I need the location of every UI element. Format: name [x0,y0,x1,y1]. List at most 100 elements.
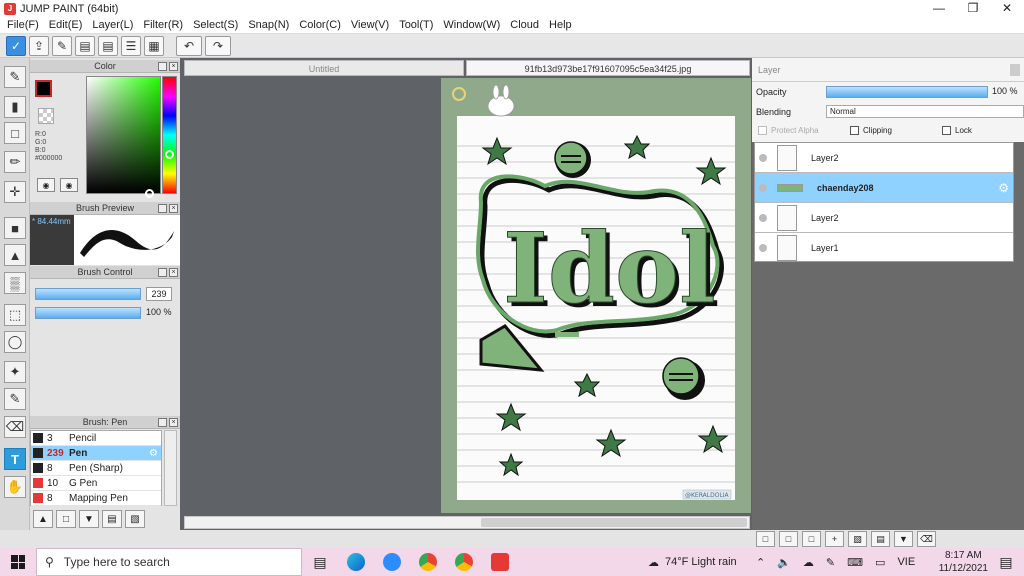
visibility-icon[interactable] [759,213,767,222]
panel-float-icon[interactable] [158,268,167,277]
checklist-icon[interactable]: ☰ [121,35,141,56]
pen-tool-icon[interactable]: ✎ [4,66,26,88]
delete-layer-icon[interactable]: ⌫ [917,531,936,547]
brush-folder-icon[interactable]: ▧ [125,510,145,528]
menu-layer[interactable]: Layer(L) [87,19,138,31]
chrome-profile-icon[interactable] [446,548,482,576]
brush-item-mapping-pen[interactable]: 8 Mapping Pen [31,491,161,506]
panel-float-icon[interactable] [158,62,167,71]
rectangle-select-icon[interactable]: □ [4,122,26,144]
brush-size-slider[interactable] [35,288,141,300]
blending-select[interactable]: Normal [826,105,1024,118]
menu-view[interactable]: View(V) [346,19,394,31]
new-folder-icon[interactable]: ▧ [848,531,867,547]
text-tool-icon[interactable]: T [4,448,26,470]
select-rect-icon[interactable]: ⬚ [4,304,26,326]
redo-icon[interactable]: ↷ [205,35,231,56]
visibility-icon[interactable] [759,183,767,192]
document-icon[interactable]: ▤ [98,35,118,56]
panel-close-icon[interactable]: × [169,268,178,277]
share-icon[interactable]: ⇪ [29,35,49,56]
eraser-tool-icon[interactable]: ▮ [4,96,26,118]
task-view-icon[interactable]: ▤ [302,548,338,576]
chevron-up-icon[interactable]: ⌃ [756,556,765,569]
language-indicator[interactable]: VIE [897,556,915,568]
clock[interactable]: 8:17 AM 11/12/2021 [939,549,988,575]
pen-icon[interactable]: ✎ [826,556,835,569]
panel-close-icon[interactable]: × [169,204,178,213]
gear-icon[interactable]: ⚙ [149,448,158,459]
new-layer-8bit-icon[interactable]: □ [779,531,798,547]
maximize-button[interactable]: ❐ [956,0,990,17]
new-layer-icon[interactable]: □ [756,531,775,547]
sv-picker-knob[interactable] [145,189,154,198]
layer-row[interactable]: Layer2 [755,143,1013,173]
panel-close-icon[interactable]: × [169,418,178,427]
foreground-color-swatch[interactable] [35,80,52,97]
copy-layer-icon[interactable]: ▤ [871,531,890,547]
speaker-icon[interactable]: 🔈 [777,556,791,569]
brush-size-value[interactable]: 239 [146,287,172,301]
layer-opacity-slider[interactable] [826,86,988,98]
magic-wand-icon[interactable]: ✦ [4,361,26,383]
hue-slider[interactable] [162,76,177,194]
visibility-icon[interactable] [759,153,767,162]
fill-rect-icon[interactable]: ■ [4,217,26,239]
color-history-icon[interactable]: ◉ [60,178,78,192]
menu-snap[interactable]: Snap(N) [243,19,294,31]
brush-upload-icon[interactable]: ▲ [33,510,53,528]
move-tool-icon[interactable]: ✛ [4,181,26,203]
tab-untitled[interactable]: Untitled [184,60,464,76]
new-layer-1bit-icon[interactable]: □ [802,531,821,547]
panel-close-icon[interactable] [1010,64,1020,76]
brush-list-scrollbar[interactable] [164,430,177,506]
menu-cloud[interactable]: Cloud [505,19,544,31]
menu-file[interactable]: File(F) [2,19,44,31]
edge-icon[interactable] [338,548,374,576]
menu-edit[interactable]: Edit(E) [44,19,88,31]
protect-alpha-checkbox[interactable]: Protect Alpha [758,126,819,135]
menu-help[interactable]: Help [544,19,577,31]
hand-tool-icon[interactable]: ✋ [4,476,26,498]
layer-row[interactable]: Layer1 [755,233,1013,263]
brush-item-pen[interactable]: 239 Pen ⚙ [31,446,161,461]
scrollbar-thumb[interactable] [481,518,747,527]
message-icon[interactable]: ▤ [75,35,95,56]
brush-menu-icon[interactable]: ▼ [79,510,99,528]
select-eraser-icon[interactable]: ⌫ [4,416,26,438]
new-brush-icon[interactable]: □ [56,510,76,528]
panel-float-icon[interactable] [158,204,167,213]
layer-row[interactable]: Layer2 [755,203,1013,233]
display-icon[interactable]: ▭ [875,556,885,569]
add-layer-menu-icon[interactable]: + [825,531,844,547]
merge-down-icon[interactable]: ▼ [894,531,913,547]
menu-window[interactable]: Window(W) [438,19,505,31]
clipping-checkbox[interactable]: Clipping [850,126,892,135]
brush-item-g-pen[interactable]: 10 G Pen [31,476,161,491]
close-button[interactable]: ✕ [990,0,1024,17]
saturation-value-square[interactable] [86,76,161,198]
transparent-color-swatch[interactable] [38,108,54,124]
notification-icon[interactable]: ▤ [988,548,1024,576]
cloud-check-icon[interactable]: ✓ [6,35,26,56]
minimize-button[interactable]: — [922,0,956,17]
color-palette-icon[interactable]: ◉ [37,178,55,192]
bucket-icon[interactable]: ▲ [4,244,26,266]
brush-item-pen-sharp[interactable]: 8 Pen (Sharp) [31,461,161,476]
drawing-canvas[interactable]: Idol Idol @KERALDOLIA [441,78,751,513]
lock-checkbox[interactable]: Lock [942,126,972,135]
panel-close-icon[interactable]: × [169,62,178,71]
brush-copy-icon[interactable]: ▤ [102,510,122,528]
panel-float-icon[interactable] [158,418,167,427]
menu-color[interactable]: Color(C) [294,19,346,31]
layer-row[interactable]: chaenday208 ⚙ [755,173,1013,203]
hue-slider-knob[interactable] [165,150,174,159]
comment-icon[interactable]: ✎ [52,35,72,56]
menu-tool[interactable]: Tool(T) [394,19,438,31]
brush-opacity-slider[interactable] [35,307,141,319]
cloud-icon[interactable]: ☁ [803,556,814,569]
chrome-icon[interactable] [410,548,446,576]
grid-icon[interactable]: ▦ [144,35,164,56]
jump-paint-taskbar-icon[interactable] [482,548,518,576]
weather-widget[interactable]: ☁ 74°F Light rain [648,548,737,576]
